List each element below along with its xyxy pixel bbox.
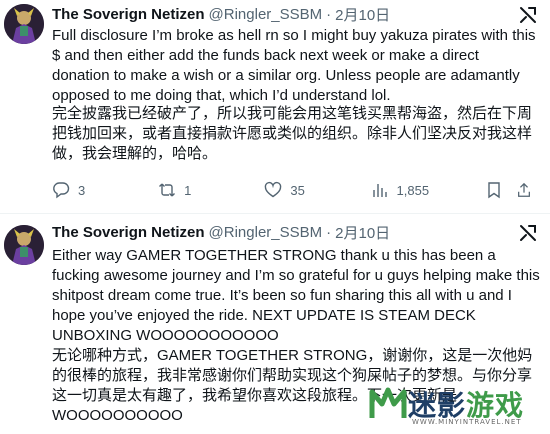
author-handle[interactable]: @Ringler_SSBM [209, 6, 323, 23]
watermark-logo-icon [369, 387, 407, 418]
repost-count: 1 [184, 182, 192, 198]
like-count: 35 [290, 182, 305, 198]
tweet-header: The Soverign Netizen @Ringler_SSBM · 2月1… [52, 4, 538, 24]
views-count: 1,855 [396, 182, 430, 198]
tweet-text: Either way GAMER TOGETHER STRONG thank u… [52, 247, 544, 344]
grok-icon[interactable] [518, 5, 538, 25]
bookmark-button[interactable] [485, 181, 516, 199]
avatar[interactable] [4, 225, 44, 265]
tweet-1[interactable]: The Soverign Netizen @Ringler_SSBM · 2月1… [0, 0, 550, 214]
tweet-date[interactable]: 2月10日 [335, 4, 390, 25]
site-watermark: 迷影游戏 WWW.MINYINTRAVEL.NET [364, 380, 544, 428]
repost-button[interactable]: 1 [158, 181, 264, 199]
separator-dot: · [326, 223, 332, 241]
share-icon [518, 182, 530, 197]
reply-count: 3 [78, 182, 86, 198]
views-icon [372, 184, 387, 197]
reply-button[interactable]: 3 [52, 181, 158, 199]
reply-icon [53, 182, 70, 199]
author-name[interactable]: The Soverign Netizen [52, 6, 205, 23]
share-button[interactable] [516, 181, 540, 199]
author-name[interactable]: The Soverign Netizen [52, 224, 205, 241]
grok-icon[interactable] [518, 223, 538, 243]
author-handle[interactable]: @Ringler_SSBM [209, 224, 323, 241]
like-button[interactable]: 35 [264, 181, 370, 199]
avatar[interactable] [4, 4, 44, 44]
avatar-image [4, 4, 44, 44]
views-button[interactable]: 1,855 [371, 181, 485, 199]
tweet-date[interactable]: 2月10日 [335, 222, 390, 243]
avatar-image [4, 225, 44, 265]
tweet-translation: 完全披露我已经破产了，所以我可能会用这笔钱买黑帮海盗，然后在下周把钱加回来，或者… [52, 105, 533, 162]
tweet-text: Full disclosure I’m broke as hell rn so … [52, 27, 540, 104]
like-icon [265, 181, 282, 198]
bookmark-icon [487, 182, 500, 199]
tweet-header: The Soverign Netizen @Ringler_SSBM · 2月1… [52, 222, 538, 242]
action-bar: 3 1 35 1,855 [52, 176, 540, 204]
watermark-url: WWW.MINYINTRAVEL.NET [412, 418, 522, 426]
separator-dot: · [326, 5, 332, 23]
repost-icon [159, 183, 176, 197]
